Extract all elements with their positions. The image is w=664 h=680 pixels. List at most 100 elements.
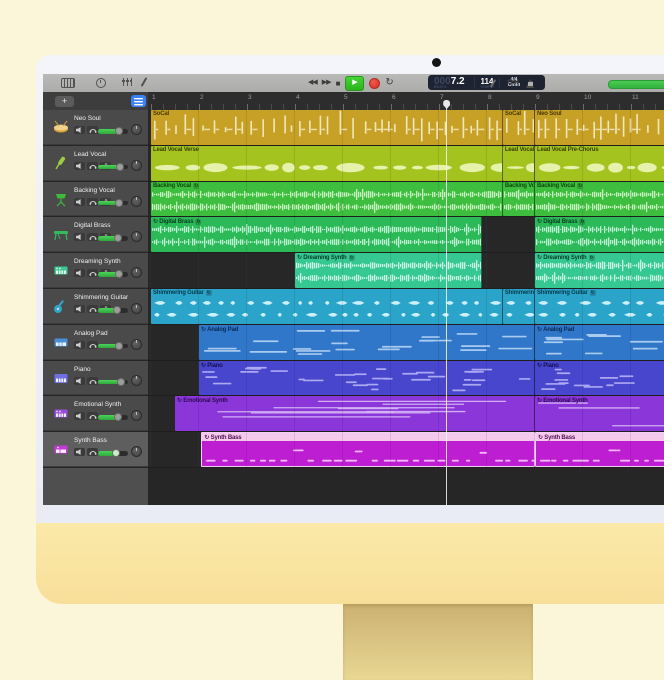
- smart-controls-icon[interactable]: [123, 78, 132, 86]
- mute-button[interactable]: [74, 377, 85, 385]
- volume-knob[interactable]: [117, 378, 125, 386]
- solo-button[interactable]: [87, 341, 98, 349]
- mute-button[interactable]: [74, 412, 85, 420]
- solo-button[interactable]: [87, 126, 98, 134]
- track-header-shimmering-guitar[interactable]: Shimmering Guitar: [43, 289, 148, 324]
- solo-button[interactable]: [87, 448, 98, 456]
- volume-slider[interactable]: [98, 201, 128, 206]
- pan-knob[interactable]: [131, 339, 142, 350]
- region-analog-pad-2[interactable]: ↻ Analog Pad: [535, 325, 664, 360]
- volume-slider[interactable]: [98, 380, 128, 385]
- metronome-icon[interactable]: [526, 79, 534, 88]
- track-header-backing-vocal[interactable]: Backing Vocal: [43, 182, 148, 217]
- mute-button[interactable]: [74, 341, 85, 349]
- play-button[interactable]: ▶: [345, 76, 364, 91]
- volume-slider[interactable]: [98, 272, 128, 277]
- region-digital-brass-1[interactable]: ↻ Digital Brass↻: [151, 217, 482, 252]
- region-shimmering-guitar-3[interactable]: Shimmering Guitar↻: [535, 289, 664, 324]
- region-dreaming-synth-1[interactable]: ↻ Dreaming Synth↻: [295, 253, 482, 288]
- region-neo-soul-2[interactable]: SoCal: [503, 110, 535, 145]
- mute-button[interactable]: [74, 198, 85, 206]
- region-synth-bass-1[interactable]: ↻ Synth Bass: [201, 432, 535, 467]
- volume-slider[interactable]: [98, 129, 128, 134]
- region-emotional-synth-2[interactable]: ↻ Emotional Synth: [535, 396, 664, 431]
- track-lane-digital-brass[interactable]: ↻ Digital Brass↻ ↻ Digital Brass↻: [148, 217, 664, 253]
- pan-knob[interactable]: [131, 160, 142, 171]
- mute-button[interactable]: [74, 448, 85, 456]
- add-track-button[interactable]: +: [55, 96, 74, 107]
- volume-slider[interactable]: [98, 415, 128, 420]
- track-lane-synth-bass[interactable]: ↻ Synth Bass↻ Synth Bass: [148, 432, 664, 468]
- mute-button[interactable]: [74, 126, 85, 134]
- region-backing-vocal-3[interactable]: Backing Vocal↻: [535, 182, 664, 217]
- volume-knob[interactable]: [115, 270, 123, 278]
- record-button[interactable]: [369, 78, 380, 89]
- region-shimmering-guitar-2[interactable]: Shimmering G: [503, 289, 535, 324]
- pan-knob[interactable]: [131, 303, 142, 314]
- solo-button[interactable]: [87, 269, 98, 277]
- pan-knob[interactable]: [131, 410, 142, 421]
- track-header-synth-bass[interactable]: Synth Bass: [43, 432, 148, 467]
- pan-knob[interactable]: [131, 196, 142, 207]
- count-in-button[interactable]: 1234: [507, 80, 518, 86]
- volume-knob[interactable]: [114, 234, 122, 242]
- region-neo-soul-3[interactable]: Neo Soul: [535, 110, 664, 145]
- track-header-dreaming-synth[interactable]: Dreaming Synth: [43, 253, 148, 288]
- pan-knob[interactable]: [131, 375, 142, 386]
- volume-slider[interactable]: [98, 165, 128, 170]
- pan-knob[interactable]: [131, 231, 142, 242]
- editor-icon[interactable]: [141, 77, 148, 87]
- mute-button[interactable]: [74, 305, 85, 313]
- track-lane-emotional-synth[interactable]: ↻ Emotional Synth↻ Emotional Synth: [148, 396, 664, 432]
- mute-button[interactable]: [74, 162, 85, 170]
- playhead[interactable]: [446, 102, 447, 505]
- stop-button[interactable]: ■: [336, 79, 341, 88]
- track-header-piano[interactable]: Piano: [43, 361, 148, 396]
- mute-button[interactable]: [74, 269, 85, 277]
- region-analog-pad-1[interactable]: ↻ Analog Pad: [199, 325, 535, 360]
- volume-slider[interactable]: [98, 308, 128, 313]
- track-list-icon[interactable]: [131, 95, 146, 107]
- region-backing-vocal-2[interactable]: Backing Vocal: [503, 182, 535, 217]
- track-lane-analog-pad[interactable]: ↻ Analog Pad↻ Analog Pad: [148, 325, 664, 361]
- volume-knob[interactable]: [115, 127, 123, 135]
- region-digital-brass-2[interactable]: ↻ Digital Brass↻: [535, 217, 664, 252]
- track-header-neo-soul[interactable]: Neo Soul: [43, 110, 148, 145]
- track-header-analog-pad[interactable]: Analog Pad: [43, 325, 148, 360]
- region-lead-vocal-1[interactable]: Lead Vocal Verse: [151, 146, 503, 181]
- track-lane-backing-vocal[interactable]: Backing Vocal↻Backing VocalBacking Vocal…: [148, 182, 664, 218]
- region-lead-vocal-2[interactable]: Lead Vocal Ve: [503, 146, 535, 181]
- solo-button[interactable]: [87, 233, 98, 241]
- cycle-button[interactable]: ↻: [385, 78, 393, 88]
- volume-knob[interactable]: [114, 413, 122, 421]
- track-lane-neo-soul[interactable]: SoCalSoCalNeo Soul: [148, 110, 664, 146]
- track-lane-lead-vocal[interactable]: Lead Vocal VerseLead Vocal VeLead Vocal …: [148, 146, 664, 182]
- track-lane-piano[interactable]: ↻ Piano↻ Piano: [148, 361, 664, 397]
- pan-knob[interactable]: [131, 267, 142, 278]
- region-piano-2[interactable]: ↻ Piano: [535, 361, 664, 396]
- volume-knob[interactable]: [116, 163, 124, 171]
- solo-button[interactable]: [87, 198, 98, 206]
- volume-slider[interactable]: [98, 451, 128, 456]
- rewind-button[interactable]: ◀◀: [308, 78, 317, 88]
- region-neo-soul-1[interactable]: SoCal: [151, 110, 503, 145]
- timeline-ruler[interactable]: 1234567891011: [148, 92, 664, 111]
- region-piano-1[interactable]: ↻ Piano: [199, 361, 535, 396]
- volume-slider[interactable]: [98, 236, 128, 241]
- library-icon[interactable]: [61, 78, 75, 88]
- region-lead-vocal-3[interactable]: Lead Vocal Pre-Chorus: [535, 146, 664, 181]
- region-synth-bass-2[interactable]: ↻ Synth Bass: [535, 432, 664, 467]
- track-lane-dreaming-synth[interactable]: ↻ Dreaming Synth↻ ↻ Dreaming Synth↻: [148, 253, 664, 289]
- volume-knob[interactable]: [112, 449, 120, 457]
- region-emotional-synth-1[interactable]: ↻ Emotional Synth: [175, 396, 535, 431]
- solo-button[interactable]: [87, 162, 98, 170]
- volume-knob[interactable]: [115, 342, 123, 350]
- region-shimmering-guitar-1[interactable]: Shimmering Guitar↻: [151, 289, 503, 324]
- volume-knob[interactable]: [115, 199, 123, 207]
- region-dreaming-synth-2[interactable]: ↻ Dreaming Synth↻: [535, 253, 664, 288]
- solo-button[interactable]: [87, 377, 98, 385]
- track-header-digital-brass[interactable]: Digital Brass: [43, 217, 148, 252]
- forward-button[interactable]: ▶▶: [322, 78, 331, 88]
- volume-knob[interactable]: [113, 306, 121, 314]
- pan-knob[interactable]: [131, 446, 142, 457]
